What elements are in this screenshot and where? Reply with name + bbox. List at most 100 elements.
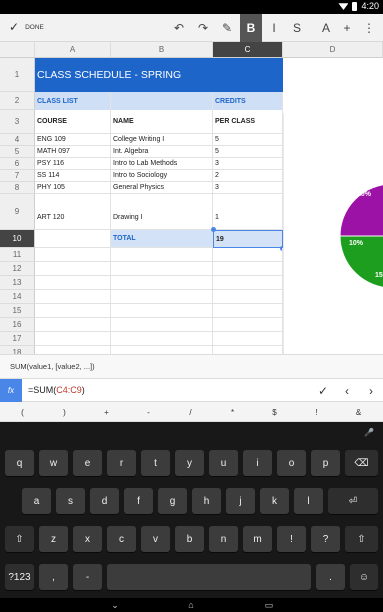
class-course-cell[interactable]: SS 114 — [35, 170, 111, 182]
empty-cell[interactable] — [111, 318, 213, 332]
empty-cell[interactable] — [35, 346, 111, 354]
empty-cell[interactable] — [35, 318, 111, 332]
row-header-2[interactable]: 2 — [0, 92, 35, 110]
empty-cell[interactable] — [111, 290, 213, 304]
key-f[interactable]: f — [124, 488, 153, 514]
key-m[interactable]: m — [243, 526, 272, 552]
class-name-cell[interactable]: Int. Algebra — [111, 146, 213, 158]
class-name-cell[interactable]: College Writing I — [111, 134, 213, 146]
key-o[interactable]: o — [277, 450, 306, 476]
symbol-key[interactable]: ! — [298, 402, 335, 422]
empty-cell[interactable] — [111, 276, 213, 290]
class-credits-cell[interactable]: 2 — [213, 170, 283, 182]
numbers-key[interactable]: ?123 — [5, 564, 34, 590]
class-name-cell[interactable]: Intro to Sociology — [111, 170, 213, 182]
paint-format-icon[interactable]: ✎ — [216, 14, 238, 42]
symbol-key[interactable]: / — [172, 402, 209, 422]
redo-icon[interactable]: ↷ — [192, 14, 214, 42]
key-v[interactable]: v — [141, 526, 170, 552]
class-name-cell[interactable]: General Physics — [111, 182, 213, 194]
key-l[interactable]: l — [294, 488, 323, 514]
empty-cell[interactable] — [111, 332, 213, 346]
key-k[interactable]: k — [260, 488, 289, 514]
row-header-7[interactable]: 7 — [0, 170, 35, 182]
key-a[interactable]: a — [22, 488, 51, 514]
column-header-b[interactable]: B — [111, 42, 213, 58]
chevron-left-icon[interactable]: ‹ — [335, 379, 359, 402]
class-credits-cell[interactable]: 1 — [213, 206, 283, 230]
class-credits-cell[interactable]: 3 — [213, 182, 283, 194]
key-punct[interactable]: ! — [277, 526, 306, 552]
formula-input[interactable]: =SUM(C4:C9) — [28, 385, 85, 395]
key-p[interactable]: p — [311, 450, 340, 476]
bold-icon[interactable]: B — [240, 14, 262, 42]
cell-spacer[interactable] — [213, 194, 283, 206]
empty-cell[interactable] — [35, 332, 111, 346]
home-icon[interactable]: ⌂ — [184, 600, 198, 610]
row-header-11[interactable]: 11 — [0, 248, 35, 262]
class-course-cell[interactable]: ART 120 — [35, 206, 111, 230]
key-n[interactable]: n — [209, 526, 238, 552]
symbol-key[interactable]: - — [130, 402, 167, 422]
italic-icon[interactable]: I — [263, 14, 285, 42]
empty-cell[interactable] — [213, 248, 283, 262]
symbol-key[interactable]: $ — [256, 402, 293, 422]
key-d[interactable]: d — [90, 488, 119, 514]
key-z[interactable]: z — [39, 526, 68, 552]
class-course-cell[interactable]: ENG 109 — [35, 134, 111, 146]
row-header-10[interactable]: 10 — [0, 230, 35, 248]
backspace-icon[interactable]: ⌫ — [345, 450, 378, 476]
class-list-label[interactable]: CLASS LIST — [35, 92, 111, 110]
selection-handle-top[interactable] — [211, 227, 216, 232]
recents-icon[interactable]: ▭ — [262, 600, 276, 610]
header-per-class[interactable]: PER CLASS — [213, 110, 283, 134]
dash-key[interactable]: - — [73, 564, 102, 590]
key-j[interactable]: j — [226, 488, 255, 514]
row-header-8[interactable]: 8 — [0, 182, 35, 194]
key-r[interactable]: r — [107, 450, 136, 476]
total-label[interactable]: TOTAL — [111, 230, 213, 248]
class-credits-cell[interactable]: 5 — [213, 146, 283, 158]
empty-cell[interactable] — [213, 318, 283, 332]
row-header-6[interactable]: 6 — [0, 158, 35, 170]
empty-cell[interactable] — [111, 304, 213, 318]
row-header-1[interactable]: 1 — [0, 58, 35, 92]
key-b[interactable]: b — [175, 526, 204, 552]
empty-cell[interactable] — [111, 346, 213, 354]
strikethrough-icon[interactable]: S — [286, 14, 308, 42]
header-course[interactable]: COURSE — [35, 110, 111, 134]
empty-cell[interactable] — [213, 290, 283, 304]
row-header-13[interactable]: 13 — [0, 276, 35, 290]
key-y[interactable]: y — [175, 450, 204, 476]
class-name-cell[interactable]: Drawing I — [111, 206, 213, 230]
comma-key[interactable]: , — [39, 564, 68, 590]
row-header-3[interactable]: 3 — [0, 110, 35, 134]
row-header-9[interactable]: 9 — [0, 194, 35, 230]
empty-cell[interactable] — [35, 276, 111, 290]
confirm-check-icon[interactable]: ✓ — [311, 379, 335, 402]
column-header-d[interactable]: D — [283, 42, 383, 58]
empty-cell[interactable] — [35, 248, 111, 262]
class-course-cell[interactable]: PSY 116 — [35, 158, 111, 170]
symbol-key[interactable]: ( — [4, 402, 41, 422]
symbol-key[interactable]: + — [88, 402, 125, 422]
key-i[interactable]: i — [243, 450, 272, 476]
key-s[interactable]: s — [56, 488, 85, 514]
class-credits-cell[interactable]: 5 — [213, 134, 283, 146]
empty-cell[interactable] — [213, 276, 283, 290]
done-button[interactable]: ✓ DONE — [9, 21, 44, 33]
spreadsheet-grid[interactable]: ABCD 1 2 3 4 5 6 7 8 9 10 11 12 13 14 15 16 17 18 CLASS S… — [0, 42, 383, 354]
key-c[interactable]: c — [107, 526, 136, 552]
row-header-5[interactable]: 5 — [0, 146, 35, 158]
key-punct[interactable]: ? — [311, 526, 340, 552]
microphone-icon[interactable]: 🎤 — [364, 428, 374, 438]
cell-spacer[interactable] — [35, 194, 111, 206]
shift-right-icon[interactable]: ⇧ — [345, 526, 378, 552]
row-header-18[interactable]: 18 — [0, 346, 35, 354]
key-h[interactable]: h — [192, 488, 221, 514]
total-blank-cell[interactable] — [35, 230, 111, 248]
empty-cell[interactable] — [213, 262, 283, 276]
header-name[interactable]: NAME — [111, 110, 213, 134]
row-header-12[interactable]: 12 — [0, 262, 35, 276]
empty-cell[interactable] — [213, 304, 283, 318]
